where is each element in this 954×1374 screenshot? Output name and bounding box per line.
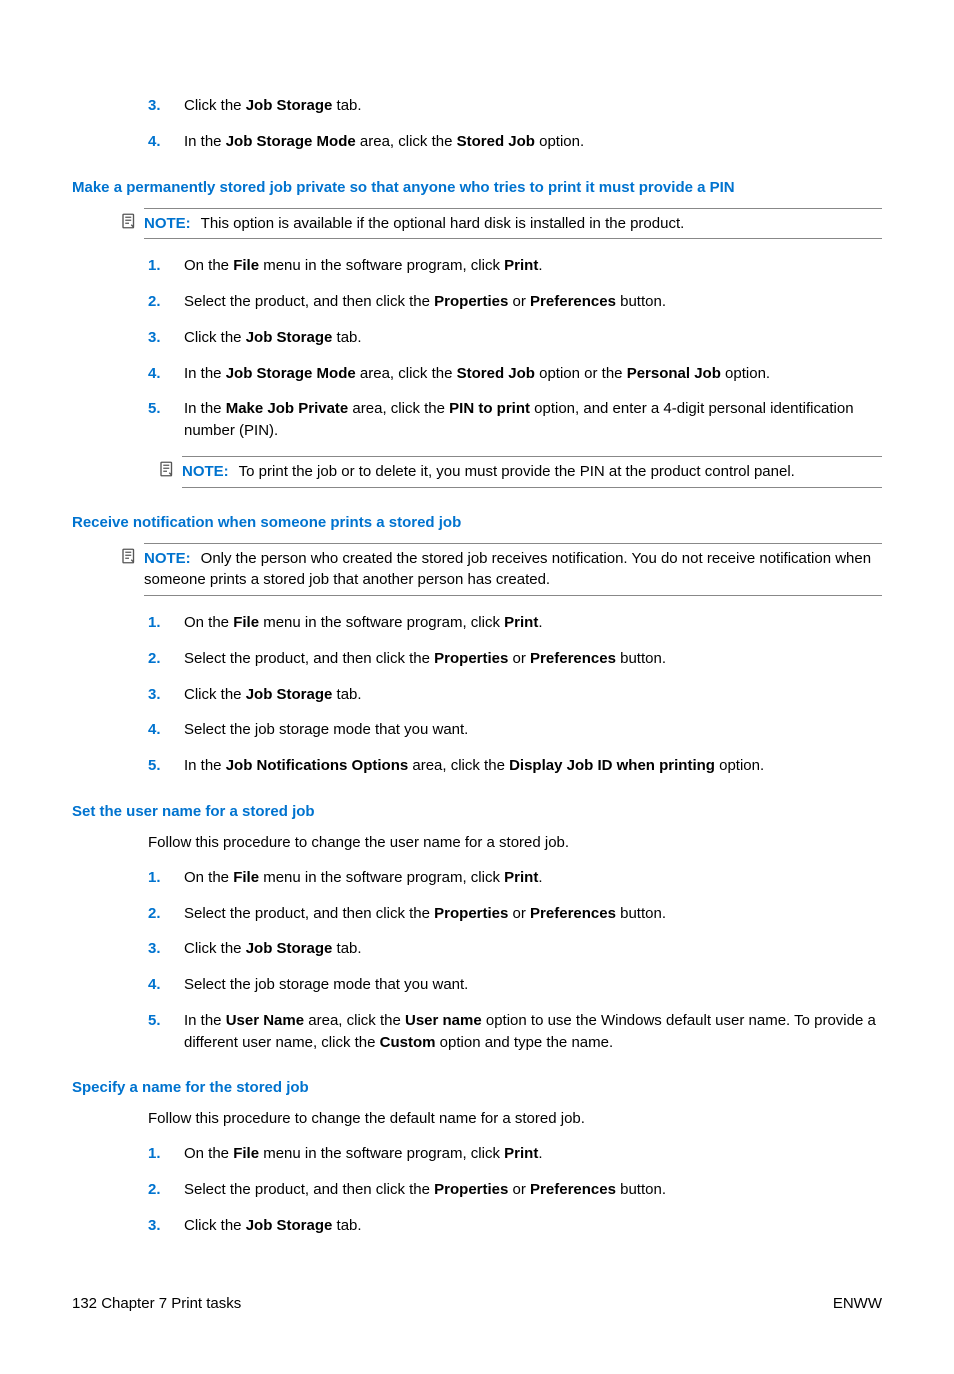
step-text: Select the job storage mode that you wan… (184, 719, 882, 741)
note-icon (120, 208, 144, 236)
step-number: 2. (148, 648, 184, 670)
step-item: 2.Select the product, and then click the… (148, 903, 882, 925)
step-number: 4. (148, 719, 184, 741)
step-number: 5. (148, 398, 184, 442)
step-text: On the File menu in the software program… (184, 1143, 882, 1165)
step-text: On the File menu in the software program… (184, 255, 882, 277)
step-number: 1. (148, 867, 184, 889)
step-number: 2. (148, 903, 184, 925)
steps-list-notify: 1.On the File menu in the software progr… (148, 612, 882, 777)
step-number: 3. (148, 327, 184, 349)
footer-left: 132 Chapter 7 Print tasks (72, 1293, 241, 1314)
step-item: 5.In the Job Notifications Options area,… (148, 755, 882, 777)
step-number: 3. (148, 95, 184, 117)
step-item: 4.Select the job storage mode that you w… (148, 974, 882, 996)
step-item: 3.Click the Job Storage tab. (148, 938, 882, 960)
step-text: In the User Name area, click the User na… (184, 1010, 882, 1054)
note-icon (120, 543, 144, 571)
step-text: In the Job Storage Mode area, click the … (184, 131, 882, 153)
step-number: 2. (148, 291, 184, 313)
step-text: In the Make Job Private area, click the … (184, 398, 882, 442)
note-label: NOTE: (182, 463, 229, 480)
steps-list-username: 1.On the File menu in the software progr… (148, 867, 882, 1054)
steps-list-jobname: 1.On the File menu in the software progr… (148, 1143, 882, 1236)
step-number: 1. (148, 612, 184, 634)
note-text: To print the job or to delete it, you mu… (239, 463, 795, 480)
section-heading-jobname: Specify a name for the stored job (72, 1077, 882, 1098)
step-number: 4. (148, 974, 184, 996)
page-footer: 132 Chapter 7 Print tasks ENWW (72, 1293, 882, 1314)
step-number: 1. (148, 1143, 184, 1165)
step-text: Select the product, and then click the P… (184, 903, 882, 925)
section-heading-pin: Make a permanently stored job private so… (72, 177, 882, 198)
note-text: This option is available if the optional… (201, 215, 685, 232)
step-number: 4. (148, 363, 184, 385)
step-item: 3.Click the Job Storage tab. (148, 684, 882, 706)
continuing-steps: 3.Click the Job Storage tab.4.In the Job… (148, 95, 882, 153)
step-text: Select the product, and then click the P… (184, 1179, 882, 1201)
step-item: 5.In the Make Job Private area, click th… (148, 398, 882, 442)
step-text: Select the job storage mode that you wan… (184, 974, 882, 996)
step-item: 1.On the File menu in the software progr… (148, 255, 882, 277)
step-number: 5. (148, 1010, 184, 1054)
step-text: Click the Job Storage tab. (184, 327, 882, 349)
step-item: 2.Select the product, and then click the… (148, 1179, 882, 1201)
step-number: 1. (148, 255, 184, 277)
note-text: Only the person who created the stored j… (144, 550, 871, 589)
step-item: 5.In the User Name area, click the User … (148, 1010, 882, 1054)
footer-right: ENWW (833, 1293, 882, 1314)
step-text: In the Job Storage Mode area, click the … (184, 363, 882, 385)
step-text: In the Job Notifications Options area, c… (184, 755, 882, 777)
step-item: 3.Click the Job Storage tab. (148, 95, 882, 117)
step-item: 3.Click the Job Storage tab. (148, 327, 882, 349)
step-text: On the File menu in the software program… (184, 612, 882, 634)
note-icon (158, 456, 182, 484)
step-number: 5. (148, 755, 184, 777)
step-text: Click the Job Storage tab. (184, 1215, 882, 1237)
step-text: Click the Job Storage tab. (184, 938, 882, 960)
step-number: 4. (148, 131, 184, 153)
section-heading-username: Set the user name for a stored job (72, 801, 882, 822)
note-block: NOTE: To print the job or to delete it, y… (158, 456, 882, 488)
intro-text: Follow this procedure to change the user… (148, 832, 882, 853)
step-item: 3.Click the Job Storage tab. (148, 1215, 882, 1237)
step-item: 1.On the File menu in the software progr… (148, 1143, 882, 1165)
step-item: 4.Select the job storage mode that you w… (148, 719, 882, 741)
step-number: 2. (148, 1179, 184, 1201)
step-item: 4.In the Job Storage Mode area, click th… (148, 131, 882, 153)
step-item: 1.On the File menu in the software progr… (148, 612, 882, 634)
note-label: NOTE: (144, 215, 191, 232)
step-text: Click the Job Storage tab. (184, 95, 882, 117)
note-label: NOTE: (144, 550, 191, 567)
step-text: On the File menu in the software program… (184, 867, 882, 889)
step-item: 2.Select the product, and then click the… (148, 648, 882, 670)
steps-list-pin: 1.On the File menu in the software progr… (148, 255, 882, 442)
step-text: Select the product, and then click the P… (184, 291, 882, 313)
note-block: NOTE: This option is available if the opt… (120, 208, 882, 240)
section-heading-notify: Receive notification when someone prints… (72, 512, 882, 533)
step-item: 1.On the File menu in the software progr… (148, 867, 882, 889)
intro-text: Follow this procedure to change the defa… (148, 1108, 882, 1129)
step-text: Select the product, and then click the P… (184, 648, 882, 670)
step-number: 3. (148, 684, 184, 706)
note-block: NOTE:Only the person who created the sto… (120, 543, 882, 597)
step-number: 3. (148, 1215, 184, 1237)
step-item: 2.Select the product, and then click the… (148, 291, 882, 313)
step-text: Click the Job Storage tab. (184, 684, 882, 706)
step-number: 3. (148, 938, 184, 960)
step-item: 4.In the Job Storage Mode area, click th… (148, 363, 882, 385)
